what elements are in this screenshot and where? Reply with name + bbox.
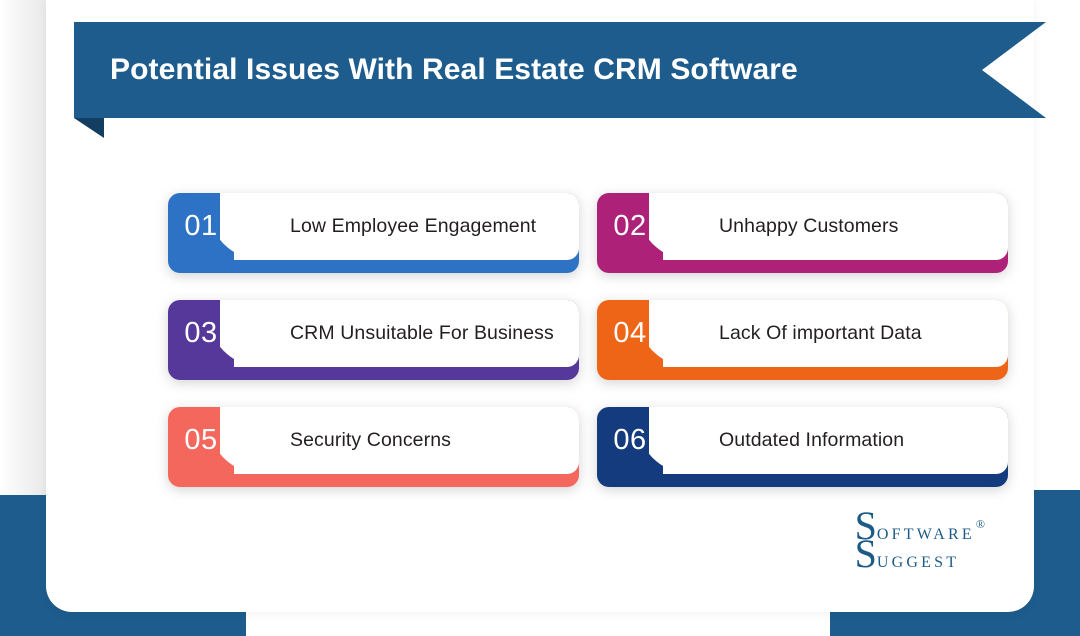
card-label: Unhappy Customers <box>719 215 899 237</box>
card-label: Lack Of important Data <box>719 322 922 344</box>
issue-card-01[interactable]: 01 Low Employee Engagement <box>168 193 579 273</box>
issue-card-04[interactable]: 04 Lack Of important Data <box>597 300 1008 380</box>
card-number: 04 <box>613 317 647 349</box>
issue-card-02[interactable]: 02 Unhappy Customers <box>597 193 1008 273</box>
card-label: Low Employee Engagement <box>290 215 537 237</box>
logo-capital-s-bottom: S <box>854 531 877 576</box>
card-label: Outdated Information <box>719 429 905 451</box>
card-number: 01 <box>184 210 218 242</box>
issue-card-06[interactable]: 06 Outdated Information <box>597 407 1008 487</box>
header-ribbon: Potential Issues With Real Estate CRM So… <box>74 22 1046 138</box>
issue-card-03[interactable]: 03 CRM Unsuitable For Business <box>168 300 579 380</box>
content-panel: Potential Issues With Real Estate CRM So… <box>46 0 1046 612</box>
logo-word-suggest: uggest <box>876 547 960 572</box>
issues-card-grid: 01 Low Employee Engagement 02 Unhappy Cu… <box>168 193 1008 487</box>
card-label: CRM Unsuitable For Business <box>290 322 554 344</box>
card-number: 05 <box>184 424 218 456</box>
ribbon-fold-tab <box>74 118 104 138</box>
page-title: Potential Issues With Real Estate CRM So… <box>110 53 798 86</box>
issue-card-05[interactable]: 05 Security Concerns <box>168 407 579 487</box>
card-number: 06 <box>613 424 647 456</box>
card-number: 03 <box>184 317 218 349</box>
card-number: 02 <box>613 210 647 242</box>
panel-left-gutter <box>0 0 46 495</box>
card-label: Security Concerns <box>290 429 452 451</box>
softwaresuggest-logo: S oftware ® S uggest <box>854 506 985 576</box>
registered-trademark-icon: ® <box>975 517 985 531</box>
logo-word-software: oftware <box>876 519 975 544</box>
infographic-canvas: Potential Issues With Real Estate CRM So… <box>0 0 1080 636</box>
